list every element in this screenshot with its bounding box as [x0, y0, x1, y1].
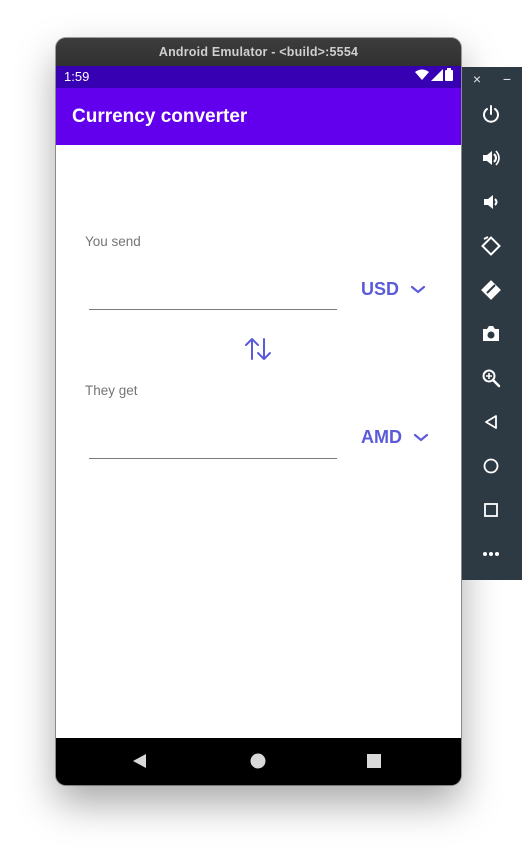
send-currency-select[interactable]: USD: [361, 279, 429, 300]
overview-button[interactable]: [479, 498, 503, 522]
app-title: Currency converter: [72, 106, 248, 127]
send-amount-input[interactable]: [89, 263, 337, 293]
get-currency-select[interactable]: AMD: [361, 427, 432, 448]
home-circle-icon: [250, 753, 266, 769]
chevron-down-icon: [410, 285, 426, 293]
zoom-icon: [482, 369, 501, 388]
rotate-left-icon: [481, 236, 501, 256]
nav-home-button[interactable]: [250, 753, 266, 769]
camera-icon: [483, 326, 499, 341]
power-icon: [483, 105, 499, 123]
home-icon: [483, 458, 499, 474]
zoom-button[interactable]: [479, 366, 503, 390]
status-time: 1:59: [64, 69, 90, 84]
volume-down-icon: [484, 195, 498, 209]
toolbar-close-button[interactable]: ×: [473, 71, 481, 91]
toolbar-window-controls: × −: [462, 71, 522, 91]
battery-icon: [445, 68, 453, 81]
get-label: They get: [85, 383, 138, 398]
screenshot-button[interactable]: [479, 322, 503, 346]
back-triangle-icon: [133, 754, 146, 768]
overview-square-icon: [367, 754, 381, 768]
signal-icon: [431, 68, 443, 81]
home-button[interactable]: [479, 454, 503, 478]
emulator-toolbar: × −: [462, 67, 522, 580]
back-button[interactable]: [479, 410, 503, 434]
converter-content: You send USD They get AMD: [56, 145, 461, 738]
rotate-left-button[interactable]: [479, 234, 503, 258]
status-bar: 1:59: [56, 66, 461, 88]
nav-overview-button[interactable]: [367, 754, 381, 768]
emulator-window: Android Emulator - <build>:5554 1:59 Cur…: [56, 38, 461, 785]
wifi-icon: [415, 69, 429, 80]
volume-up-icon: [483, 150, 500, 166]
swap-button[interactable]: [242, 335, 274, 363]
window-title: Android Emulator - <build>:5554: [56, 38, 461, 66]
send-label: You send: [85, 234, 141, 249]
more-button[interactable]: [479, 542, 503, 566]
volume-up-button[interactable]: [479, 146, 503, 170]
send-currency-value: USD: [361, 279, 400, 299]
back-icon: [485, 415, 497, 429]
more-icon: [483, 552, 499, 556]
get-underline: [89, 458, 337, 459]
navigation-bar: [56, 738, 461, 785]
send-underline: [89, 309, 337, 310]
volume-down-button[interactable]: [479, 190, 503, 214]
status-icons: [415, 68, 453, 81]
chevron-down-icon: [413, 433, 429, 441]
nav-back-button[interactable]: [131, 752, 149, 770]
rotate-right-icon: [481, 280, 501, 300]
get-amount-input[interactable]: [89, 412, 337, 442]
overview-icon: [484, 503, 498, 517]
swap-icon: [245, 338, 271, 360]
rotate-right-button[interactable]: [479, 278, 503, 302]
get-currency-value: AMD: [361, 427, 402, 447]
app-bar: Currency converter: [56, 88, 461, 145]
power-button[interactable]: [479, 102, 503, 126]
toolbar-minimize-button[interactable]: −: [503, 71, 511, 91]
